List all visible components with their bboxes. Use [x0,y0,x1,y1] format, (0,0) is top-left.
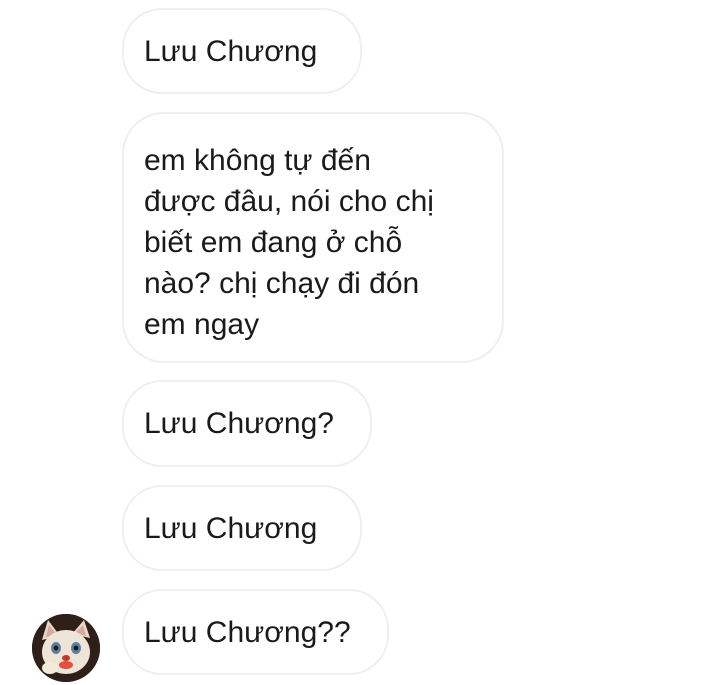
message-text-line: nào? chị chạy đi đón [144,267,420,300]
message-bubble[interactable]: Lưu Chương [122,8,362,94]
sender-avatar[interactable] [32,614,100,682]
message-text: Lưu Chương? [144,407,334,440]
message-text: Lưu Chương?? [144,615,351,649]
message-text: Lưu Chương [144,34,318,68]
message-bubble[interactable]: Lưu Chương [122,485,362,571]
message-bubble[interactable]: em không tự đến được đâu, nói cho chị bi… [122,112,504,363]
message-bubble[interactable]: Lưu Chương?? [122,589,389,675]
message-text: Lưu Chương [144,511,318,545]
message-text-line: em ngay [144,308,260,341]
message-text-line: biết em đang ở chỗ [144,226,403,259]
message-text-line: được đâu, nói cho chị [144,185,434,218]
message-text-line: em không tự đến [144,144,371,177]
message-bubble[interactable]: Lưu Chương? [122,380,372,467]
cat-avatar-icon [32,614,100,682]
